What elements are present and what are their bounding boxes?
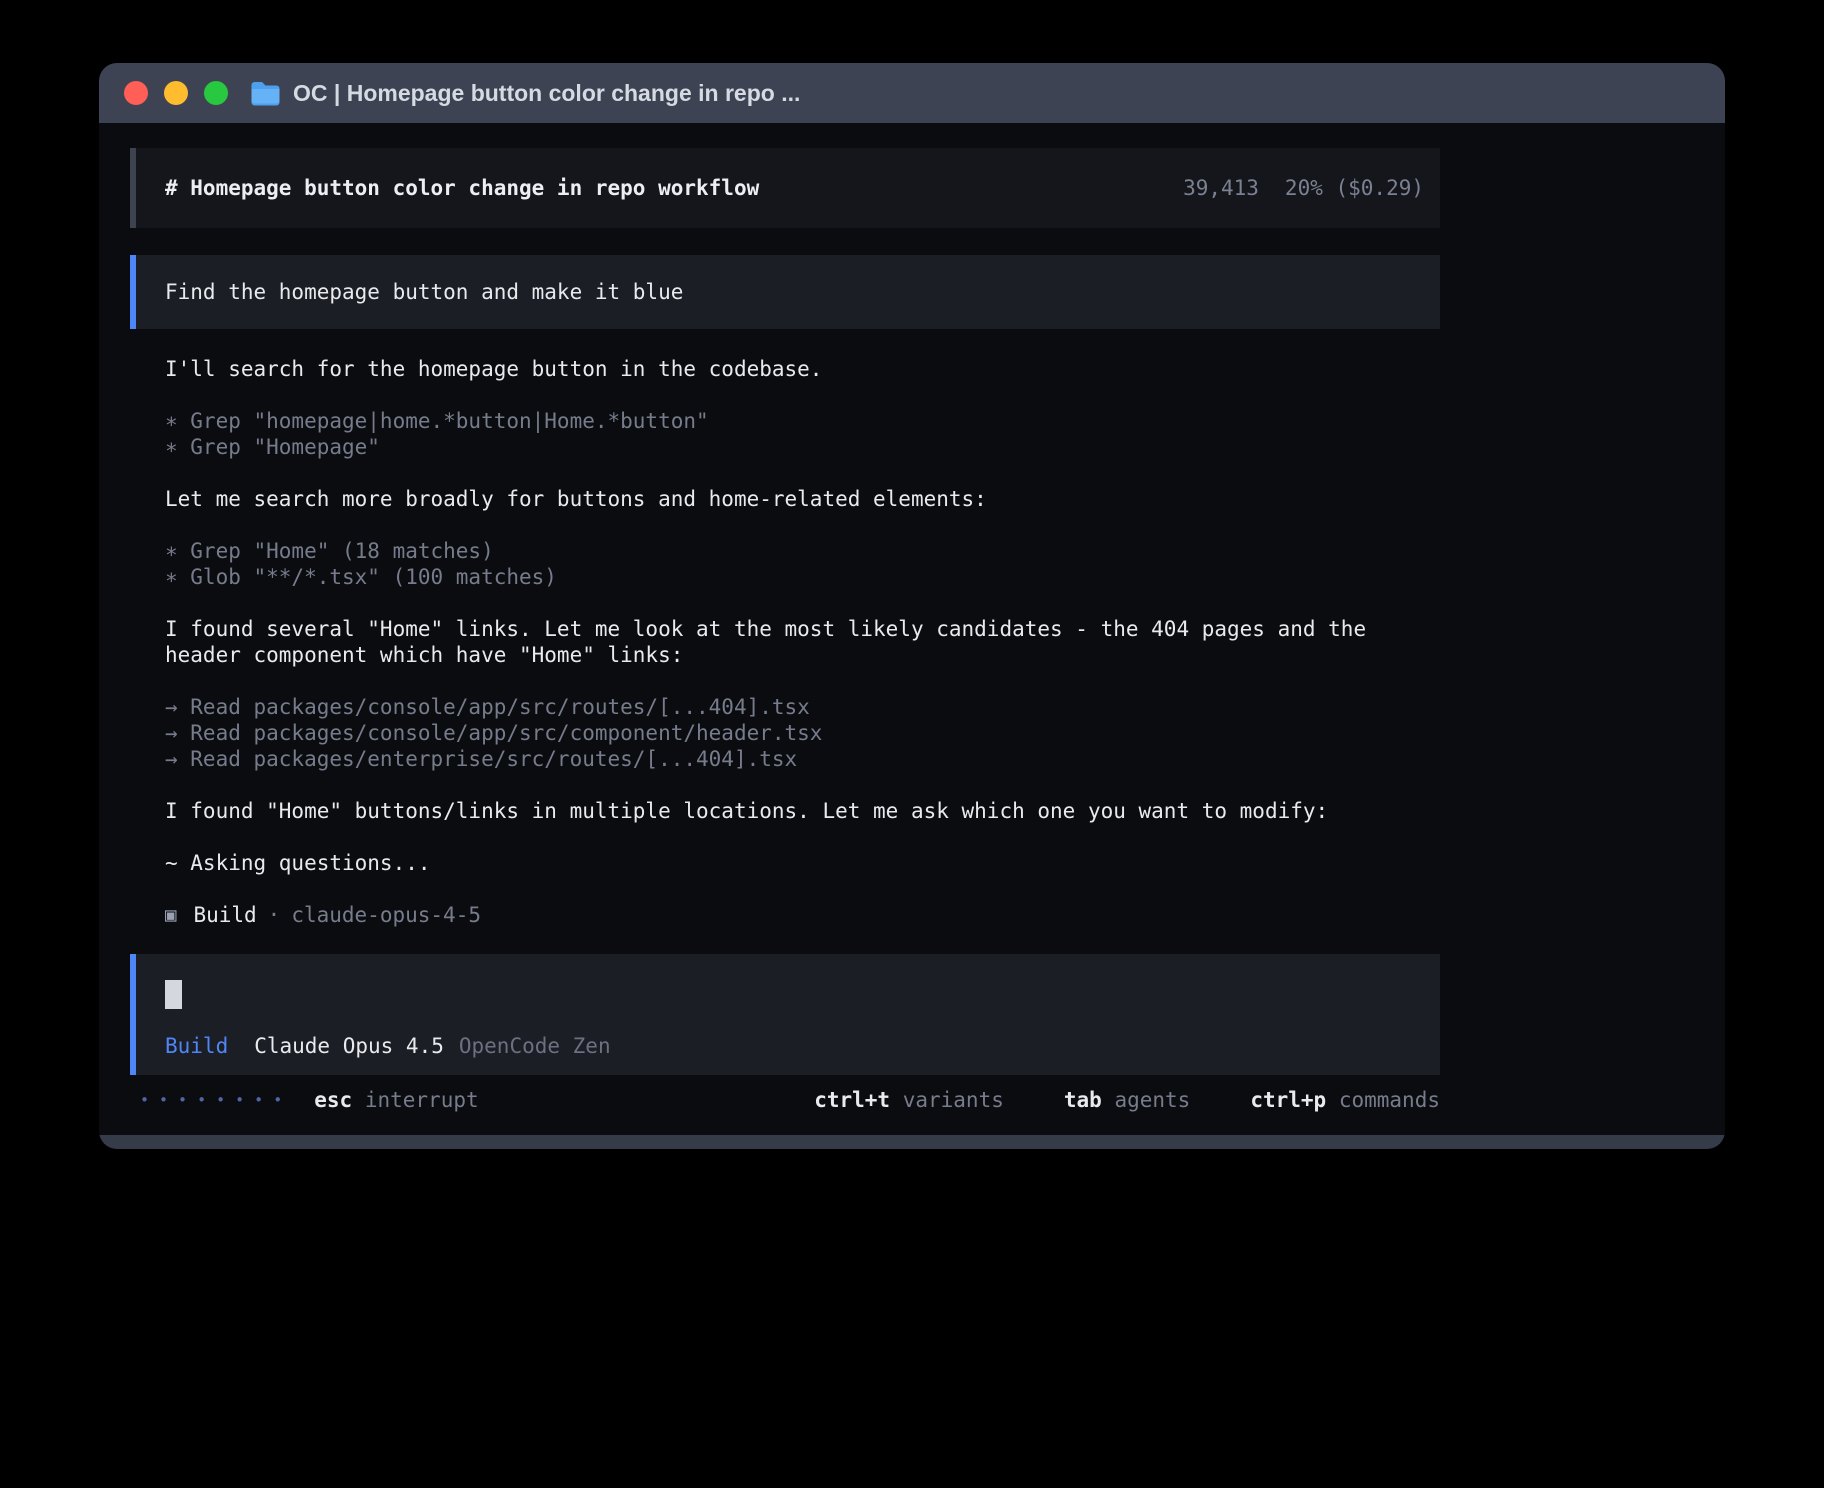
hint-variants: ctrl+t variants xyxy=(814,1087,1004,1113)
tool-call-grep: ∗ Grep "homepage|home.*button|Home.*butt… xyxy=(165,408,1440,434)
hint-interrupt: esc interrupt xyxy=(314,1087,478,1113)
agent-separator: · xyxy=(268,902,281,928)
agent-model: claude-opus-4-5 xyxy=(291,902,481,928)
session-stats: 39,413 20% ($0.29) xyxy=(1183,175,1424,201)
tool-call-read: → Read packages/console/app/src/routes/[… xyxy=(165,694,1440,720)
status-bar: •••••••• esc interrupt ctrl+t variants t… xyxy=(130,1087,1440,1113)
provider-label: OpenCode Zen xyxy=(459,1033,611,1059)
tool-call-group: → Read packages/console/app/src/routes/[… xyxy=(165,694,1440,772)
terminal-content: # Homepage button color change in repo w… xyxy=(130,148,1440,1113)
mode-label[interactable]: Build xyxy=(165,1033,228,1059)
folder-icon xyxy=(250,80,281,106)
assistant-text: I found "Home" buttons/links in multiple… xyxy=(165,798,1440,824)
tool-call-group: ∗ Grep "Home" (18 matches) ∗ Glob "**/*.… xyxy=(165,538,1440,590)
tool-call-read: → Read packages/console/app/src/componen… xyxy=(165,720,1440,746)
token-count: 39,413 xyxy=(1183,175,1259,201)
window-title: OC | Homepage button color change in rep… xyxy=(293,80,800,107)
hint-label-commands: commands xyxy=(1339,1088,1440,1112)
hint-key-tab: tab xyxy=(1064,1088,1102,1112)
tool-call-glob: ∗ Glob "**/*.tsx" (100 matches) xyxy=(165,564,1440,590)
tool-call-grep: ∗ Grep "Home" (18 matches) xyxy=(165,538,1440,564)
hint-agents: tab agents xyxy=(1064,1087,1190,1113)
hint-label-interrupt: interrupt xyxy=(365,1088,479,1112)
user-message: Find the homepage button and make it blu… xyxy=(130,255,1440,329)
agent-name: Build xyxy=(193,902,256,928)
status-hints-right: ctrl+t variants tab agents ctrl+p comman… xyxy=(792,1087,1440,1113)
user-message-text: Find the homepage button and make it blu… xyxy=(165,279,683,305)
hint-commands: ctrl+p commands xyxy=(1250,1087,1440,1113)
input-meta: Build Claude Opus 4.5 OpenCode Zen xyxy=(165,1033,1411,1059)
tool-call-group: ∗ Grep "homepage|home.*button|Home.*butt… xyxy=(165,408,1440,460)
spinner-dots: •••••••• xyxy=(140,1087,292,1113)
text-cursor xyxy=(165,980,182,1009)
titlebar[interactable]: OC | Homepage button color change in rep… xyxy=(99,63,1725,123)
close-button[interactable] xyxy=(124,81,148,105)
model-label[interactable]: Claude Opus 4.5 xyxy=(254,1033,444,1059)
session-title: # Homepage button color change in repo w… xyxy=(165,175,759,201)
context-usage: 20% ($0.29) xyxy=(1285,175,1424,201)
terminal-window: OC | Homepage button color change in rep… xyxy=(99,63,1725,1149)
traffic-lights xyxy=(124,81,228,105)
tool-call-grep: ∗ Grep "Homepage" xyxy=(165,434,1440,460)
hint-key-ctrl-t: ctrl+t xyxy=(814,1088,890,1112)
window-footer xyxy=(99,1135,1725,1149)
tool-call-read: → Read packages/enterprise/src/routes/[.… xyxy=(165,746,1440,772)
hint-label-variants: variants xyxy=(903,1088,1004,1112)
assistant-text: I'll search for the homepage button in t… xyxy=(165,356,1440,382)
hint-key-ctrl-p: ctrl+p xyxy=(1250,1088,1326,1112)
agent-icon: ▣ xyxy=(165,902,176,928)
minimize-button[interactable] xyxy=(164,81,188,105)
assistant-status-text: ~ Asking questions... xyxy=(165,850,1440,876)
chat-transcript: I'll search for the homepage button in t… xyxy=(130,356,1440,928)
hint-key-esc: esc xyxy=(314,1088,352,1112)
prompt-input[interactable]: Build Claude Opus 4.5 OpenCode Zen xyxy=(130,954,1440,1075)
hint-label-agents: agents xyxy=(1114,1088,1190,1112)
zoom-button[interactable] xyxy=(204,81,228,105)
agent-row: ▣ Build · claude-opus-4-5 xyxy=(165,902,1440,928)
assistant-text: I found several "Home" links. Let me loo… xyxy=(165,616,1440,668)
session-header: # Homepage button color change in repo w… xyxy=(130,148,1440,228)
assistant-text: Let me search more broadly for buttons a… xyxy=(165,486,1440,512)
